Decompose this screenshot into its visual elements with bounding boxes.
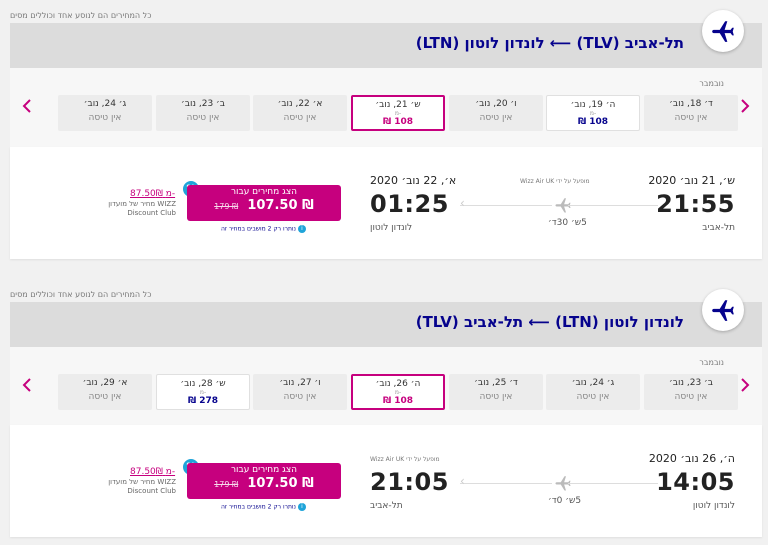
chevron-left-icon: ‹: [460, 474, 465, 488]
plane-icon: [702, 289, 744, 331]
date-tile[interactable]: ו׳ 27, נוב׳ אין טיסה: [253, 374, 347, 410]
fare-marker: -מ: [589, 110, 597, 117]
route-line: [568, 483, 658, 484]
no-flight-label: אין טיסה: [479, 392, 513, 402]
fare-price: 107.50: [247, 476, 298, 491]
date-tile[interactable]: ה׳ 19, נוב׳ -מ 108 ₪: [546, 95, 640, 131]
arrival-date: א׳, 22 נוב׳ 2020: [370, 174, 457, 187]
date-selector: נובמבר ב׳ 23, נוב׳ אין טיסה ג׳ 24, נוב׳ אי…: [10, 347, 762, 426]
departure-city: לונדון לוטון: [692, 501, 735, 511]
route-line: [568, 205, 658, 206]
route-title: לונדון לוטון (LTN) ⟵ תל-אביב (TLV): [415, 313, 684, 331]
price-disclaimer: כל המחירים הם לנוסע אחד וכוללים מסים: [10, 11, 152, 20]
departure-time: 14:05: [656, 468, 735, 496]
departure-city: תל-אביב: [702, 223, 735, 233]
flight-path-plane-icon: [554, 196, 572, 218]
arrival-time: 01:25: [370, 190, 449, 218]
fare-marker: -מ: [199, 389, 207, 396]
route-header: לונדון לוטון (LTN) ⟵ תל-אביב (TLV): [10, 289, 762, 347]
route-line: [460, 483, 552, 484]
date-tile[interactable]: ג׳ 24, נוב׳ אין טיסה: [546, 374, 640, 410]
club-price-link[interactable]: -מ 87.50₪: [130, 467, 175, 477]
plane-icon: [702, 10, 744, 52]
no-flight-label: אין טיסה: [674, 113, 708, 123]
no-flight-label: אין טיסה: [283, 113, 317, 123]
date-selector: נובמבר ד׳ 18, נוב׳ אין טיסה ה׳ 19, נוב׳ -מ…: [10, 68, 762, 147]
route-line: [460, 205, 552, 206]
route-title: תל-אביב (TLV) ⟵ לונדון לוטון (LTN): [415, 34, 684, 52]
date-tile[interactable]: ג׳ 24, נוב׳ אין טיסה: [58, 95, 152, 131]
date-label: ו׳ 27, נוב׳: [279, 378, 321, 388]
date-tile[interactable]: ה׳ 26, נוב׳ -מ 108 ₪: [351, 374, 445, 410]
operated-by: מופעל על ידי Wizz Air UK: [370, 456, 440, 463]
show-prices-button[interactable]: הצג מחירים עבור 179 ₪ 107.50 ₪: [187, 463, 341, 499]
club-description: מחיר של מועדון WIZZ Discount Club: [108, 200, 176, 217]
date-label: ש׳ 28, נוב׳: [180, 379, 226, 389]
club-price-link[interactable]: -מ 87.50₪: [130, 189, 175, 199]
date-price: 108 ₪: [382, 396, 414, 406]
date-tile[interactable]: ב׳ 23, נוב׳ אין טיסה: [644, 374, 738, 410]
prev-dates-arrow-icon[interactable]: [16, 95, 38, 117]
operated-by: מופעל על ידי Wizz Air UK: [520, 178, 590, 185]
fare-price: 107.50: [247, 198, 298, 213]
date-price: 108 ₪: [382, 117, 414, 127]
chevron-left-icon: ‹: [460, 196, 465, 210]
flight-duration: 5ש׳ 0ד׳: [548, 496, 582, 506]
departure-time: 21:55: [656, 190, 735, 218]
prev-dates-arrow-icon[interactable]: [16, 374, 38, 396]
flight-duration: 5ש׳ 30ד׳: [548, 218, 587, 228]
info-icon: i: [297, 225, 306, 233]
arrival-city: לונדון לוטון: [370, 223, 413, 233]
no-flight-label: אין טיסה: [576, 392, 610, 402]
arrival-time: 21:05: [370, 468, 449, 496]
no-flight-label: אין טיסה: [283, 392, 317, 402]
old-price: 179 ₪: [214, 480, 239, 489]
date-label: ה׳ 19, נוב׳: [570, 100, 616, 110]
price-disclaimer: כל המחירים הם לנוסע אחד וכוללים מסים: [10, 290, 152, 299]
flight-card: ש׳, 21 נוב׳ 2020 21:55 תל-אביב א׳, 22 נו…: [10, 147, 762, 259]
date-label: א׳ 22, נוב׳: [277, 99, 323, 109]
date-tile[interactable]: ד׳ 25, נוב׳ אין טיסה: [449, 374, 543, 410]
date-label: ב׳ 23, נוב׳: [669, 378, 713, 388]
date-tile[interactable]: ש׳ 28, נוב׳ -מ 278 ₪: [156, 374, 250, 410]
month-label: נובמבר: [699, 79, 724, 88]
date-tile[interactable]: א׳ 22, נוב׳ אין טיסה: [253, 95, 347, 131]
no-flight-label: אין טיסה: [674, 392, 708, 402]
date-tile[interactable]: ב׳ 23, נוב׳ אין טיסה: [156, 95, 250, 131]
flight-path-plane-icon: [554, 474, 572, 496]
date-tile[interactable]: ש׳ 21, נוב׳ -מ 108 ₪: [351, 95, 445, 131]
date-label: ד׳ 18, נוב׳: [669, 99, 713, 109]
fare-marker: -מ: [394, 110, 402, 117]
date-price: 278 ₪: [187, 396, 219, 406]
no-flight-label: אין טיסה: [186, 113, 220, 123]
seats-left-notice: iנותרו רק 2 מושבים במחיר זה: [221, 225, 306, 233]
date-price: 108 ₪: [577, 117, 609, 127]
club-description: מחיר של מועדון WIZZ Discount Club: [108, 478, 176, 495]
fare-marker: -מ: [394, 389, 402, 396]
date-label: ב׳ 23, נוב׳: [181, 99, 225, 109]
date-tile[interactable]: א׳ 29, נוב׳ אין טיסה: [58, 374, 152, 410]
date-tile[interactable]: ד׳ 18, נוב׳ אין טיסה: [644, 95, 738, 131]
date-label: ש׳ 21, נוב׳: [375, 100, 421, 110]
date-label: ג׳ 24, נוב׳: [571, 378, 615, 388]
flight-card: ה׳, 26 נוב׳ 2020 14:05 לונדון לוטון 21:0…: [10, 425, 762, 537]
show-prices-button[interactable]: הצג מחירים עבור 179 ₪ 107.50 ₪: [187, 185, 341, 221]
date-label: ו׳ 20, נוב׳: [475, 99, 517, 109]
date-tile[interactable]: ו׳ 20, נוב׳ אין טיסה: [449, 95, 543, 131]
old-price: 179 ₪: [214, 202, 239, 211]
date-label: ה׳ 26, נוב׳: [375, 379, 421, 389]
date-label: ד׳ 25, נוב׳: [474, 378, 518, 388]
no-flight-label: אין טיסה: [88, 113, 122, 123]
date-label: ג׳ 24, נוב׳: [83, 99, 127, 109]
month-label: נובמבר: [699, 358, 724, 367]
date-label: א׳ 29, נוב׳: [82, 378, 128, 388]
departure-date: ש׳, 21 נוב׳ 2020: [648, 174, 735, 187]
arrival-city: תל-אביב: [370, 501, 403, 511]
seats-left-notice: iנותרו רק 2 מושבים במחיר זה: [221, 503, 306, 511]
no-flight-label: אין טיסה: [479, 113, 513, 123]
departure-date: ה׳, 26 נוב׳ 2020: [648, 452, 735, 465]
route-header: תל-אביב (TLV) ⟵ לונדון לוטון (LTN): [10, 10, 762, 68]
info-icon: i: [297, 503, 306, 511]
no-flight-label: אין טיסה: [88, 392, 122, 402]
